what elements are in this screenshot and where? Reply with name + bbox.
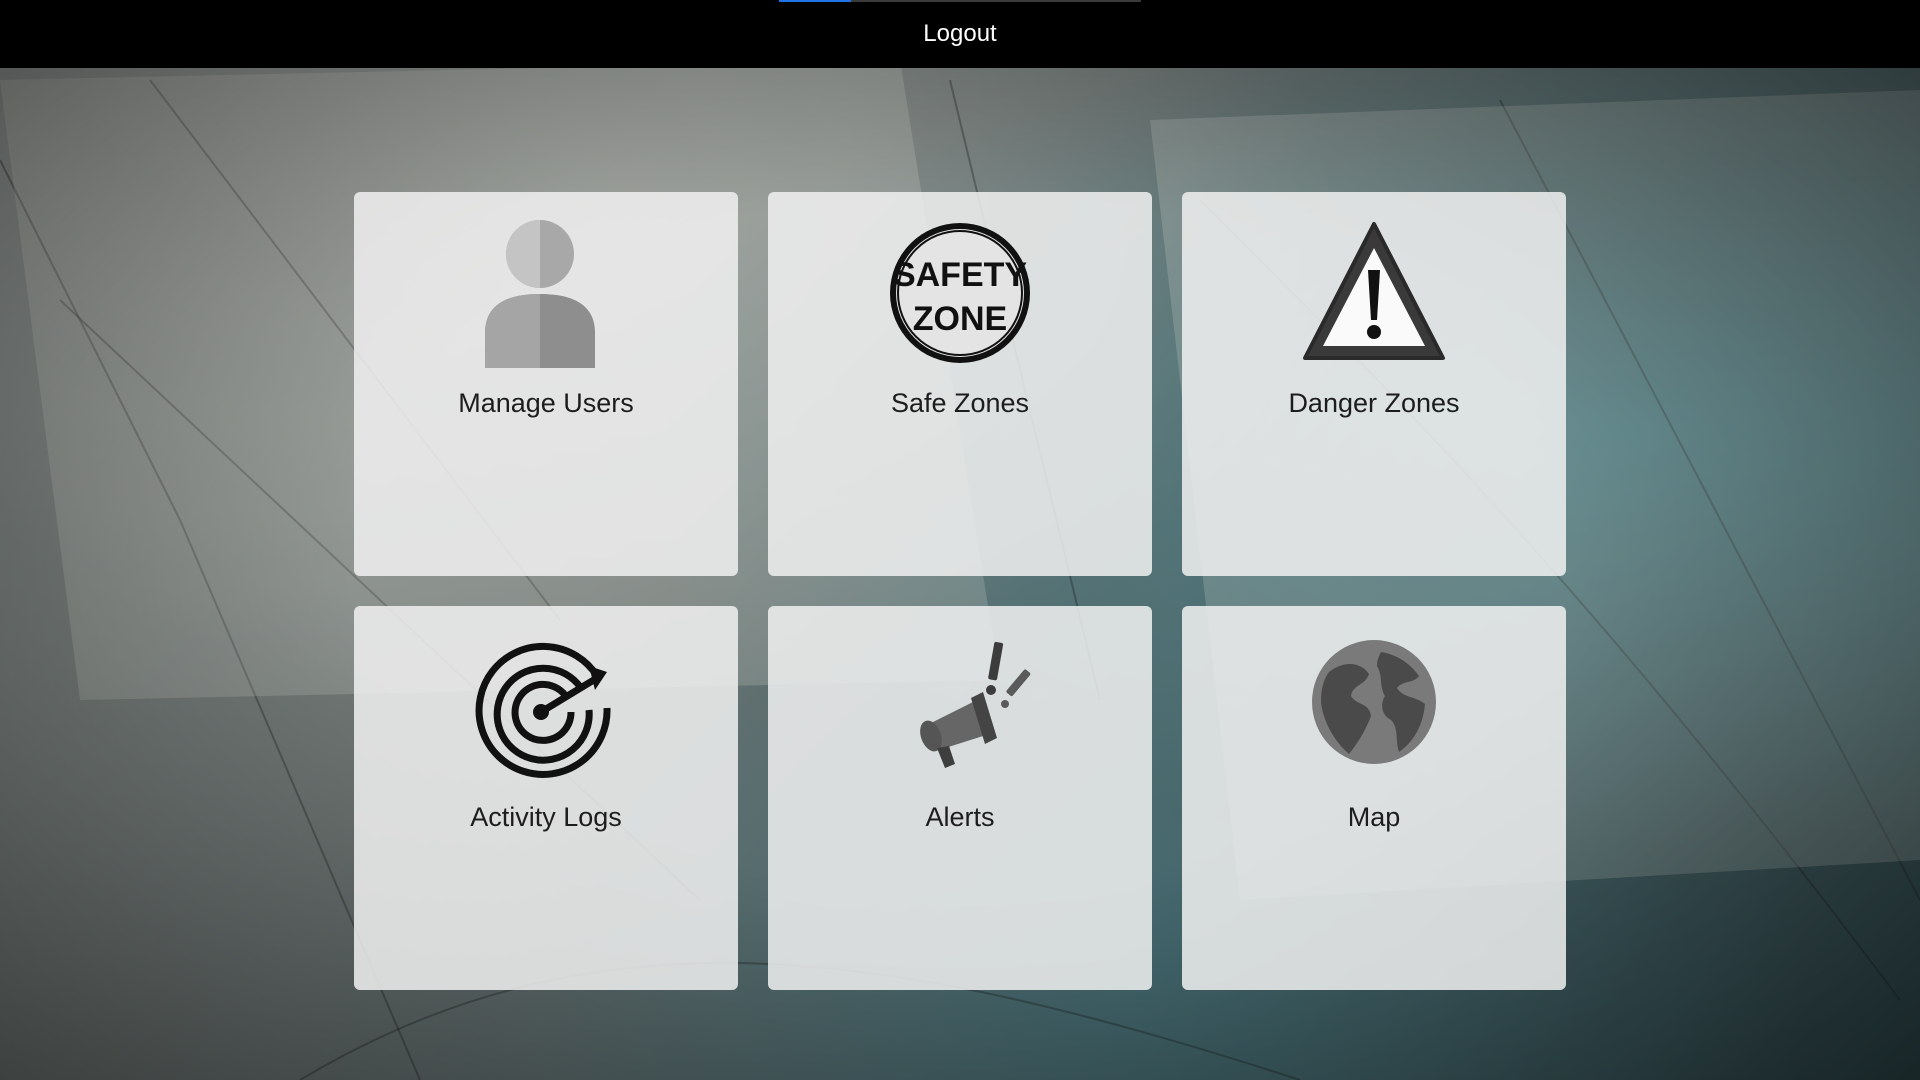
tile-alerts[interactable]: Alerts (768, 606, 1152, 990)
tile-safe-zones[interactable]: SAFETY ZONE Safe Zones (768, 192, 1152, 576)
radar-icon (354, 632, 738, 782)
tile-danger-zones[interactable]: Danger Zones (1182, 192, 1566, 576)
top-bar: Logout (0, 0, 1920, 68)
tile-label: Activity Logs (470, 802, 622, 832)
tile-activity-logs[interactable]: Activity Logs (354, 606, 738, 990)
logout-button[interactable]: Logout (0, 20, 1920, 48)
tile-label: Manage Users (458, 388, 634, 418)
loading-progress-fill (779, 0, 852, 2)
tile-label: Map (1347, 802, 1401, 832)
tile-manage-users[interactable]: Manage Users (354, 192, 738, 576)
tile-label: Alerts (925, 802, 995, 832)
safety-zone-icon-text-line2: ZONE (913, 300, 1007, 338)
warning-icon (1182, 218, 1566, 368)
user-icon (354, 218, 738, 368)
safety-zone-icon: SAFETY ZONE (768, 218, 1152, 368)
megaphone-alert-icon (768, 632, 1152, 782)
safety-zone-icon-text-line1: SAFETY (893, 256, 1027, 294)
globe-icon (1182, 632, 1566, 782)
loading-progress-bar (779, 0, 1141, 2)
tile-label: Safe Zones (890, 388, 1030, 418)
tile-label: Danger Zones (1288, 388, 1460, 418)
tile-map[interactable]: Map (1182, 606, 1566, 990)
